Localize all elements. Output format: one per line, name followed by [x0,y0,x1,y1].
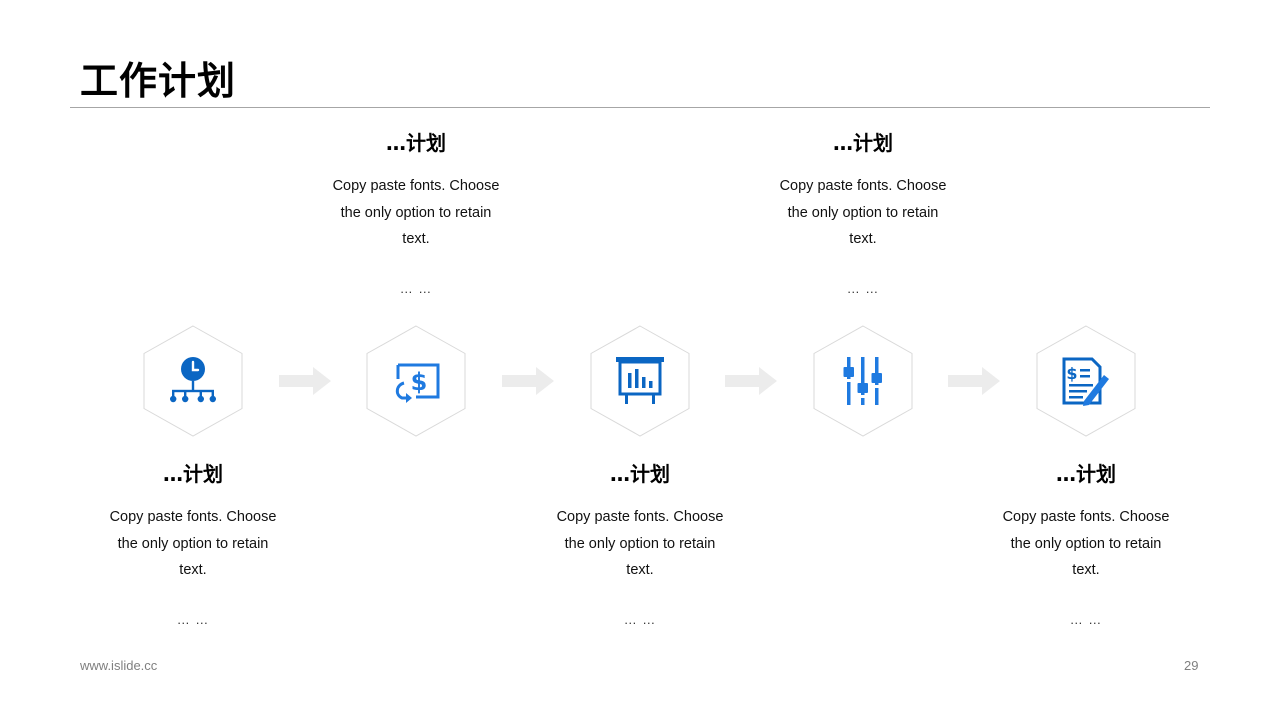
step-ellipsis: … … [846,280,880,296]
step-ellipsis: … … [176,611,210,627]
step-ellipsis: … … [623,611,657,627]
step-ellipsis: … … [1069,611,1103,627]
step-heading: …计划 [833,131,893,155]
arrow-right-icon [502,367,554,395]
step-heading: …计划 [1056,462,1116,486]
page-title: 工作计划 [80,59,237,103]
sliders-icon [843,357,882,405]
svg-text:$: $ [1066,364,1077,383]
step-5-hexagon: $ [1036,325,1136,437]
step-description: Copy paste fonts. Choose the only option… [556,509,724,578]
step-4-hexagon [813,325,913,437]
arrow-right-icon [948,367,1000,395]
step-description: Copy paste fonts. Choose the only option… [779,178,947,247]
step-3-text: …计划 Copy paste fonts. Choose the only op… [530,460,750,627]
step-description: Copy paste fonts. Choose the only option… [332,178,500,247]
step-4-text: …计划 Copy paste fonts. Choose the only op… [753,129,973,296]
money-exchange-icon: $ [395,363,440,403]
title-divider [70,107,1210,108]
footer-url: www.islide.cc [80,658,158,673]
step-2-hexagon: $ [366,325,466,437]
step-1-text: …计划 Copy paste fonts. Choose the only op… [83,460,303,627]
invoice-sign-icon: $ [1062,357,1109,406]
arrow-right-icon [725,367,777,395]
step-description: Copy paste fonts. Choose the only option… [1002,509,1170,578]
step-heading: …计划 [610,462,670,486]
step-description: Copy paste fonts. Choose the only option… [109,509,277,578]
presentation-chart-icon [616,357,664,404]
clock-hierarchy-icon [170,357,216,403]
step-5-text: …计划 Copy paste fonts. Choose the only op… [976,460,1196,627]
step-3-hexagon [590,325,690,437]
page-number: 29 [1184,658,1199,673]
step-1-hexagon [143,325,243,437]
svg-text:$: $ [411,368,428,396]
step-2-text: …计划 Copy paste fonts. Choose the only op… [306,129,526,296]
step-ellipsis: … … [399,280,433,296]
arrow-right-icon [279,367,331,395]
step-heading: …计划 [386,131,446,155]
step-heading: …计划 [163,462,223,486]
